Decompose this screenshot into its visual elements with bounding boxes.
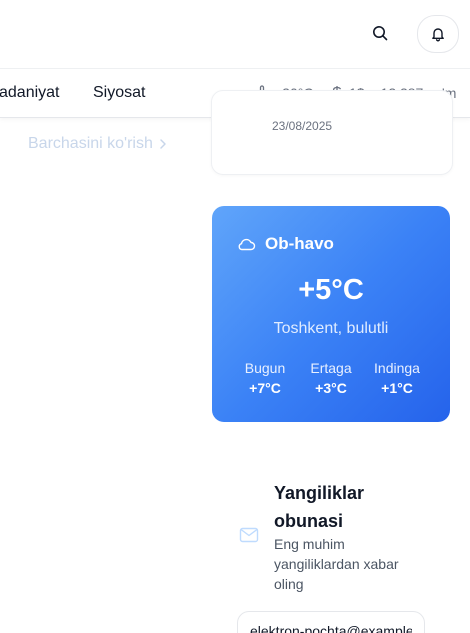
weather-title: Ob-havo xyxy=(265,234,334,253)
page: adaniyat Siyosat +20°C 1$ = 12 287 so'm … xyxy=(0,0,470,633)
news-card-date: 23/08/2025 xyxy=(272,119,333,133)
weather-location: Toshkent, bulutli xyxy=(273,320,389,337)
see-all-link[interactable]: Barchasini ko'rish xyxy=(28,135,167,153)
bell-icon xyxy=(432,28,444,42)
forecast-day: Ertaga +3°C xyxy=(296,360,366,396)
weather-temperature: +5°C xyxy=(298,274,364,306)
newsletter-email-input[interactable] xyxy=(237,611,425,633)
forecast-day: Bugun +7°C xyxy=(230,360,300,396)
newsletter-description: Eng muhim yangiliklardan xabar oling xyxy=(274,536,399,592)
search-icon xyxy=(373,26,388,41)
forecast-day-label: Indinga xyxy=(374,360,420,376)
weather-header: Ob-havo xyxy=(236,234,334,254)
chevron-right-icon xyxy=(160,139,166,149)
forecast-day-temp: +7°C xyxy=(249,380,281,396)
search-button[interactable] xyxy=(360,15,400,51)
forecast-day-label: Ertaga xyxy=(310,360,352,376)
top-header xyxy=(0,0,470,69)
newsletter-title: Yangiliklar obunasi xyxy=(274,483,365,531)
notifications-button[interactable] xyxy=(417,15,459,53)
forecast-day-label: Bugun xyxy=(244,360,286,376)
see-all-label: Barchasini ko'rish xyxy=(28,135,153,152)
forecast-day-temp: +3°C xyxy=(315,380,347,396)
forecast-day-temp: +1°C xyxy=(381,380,413,396)
weather-card: Ob-havo +5°C Toshkent, bulutli Bugun +7°… xyxy=(212,206,450,422)
cloud-icon xyxy=(238,238,256,251)
forecast-day: Indinga +1°C xyxy=(362,360,432,396)
nav-item-politics[interactable]: Siyosat xyxy=(93,84,145,102)
nav-item-culture[interactable]: adaniyat xyxy=(0,84,60,102)
mail-icon xyxy=(239,527,259,543)
